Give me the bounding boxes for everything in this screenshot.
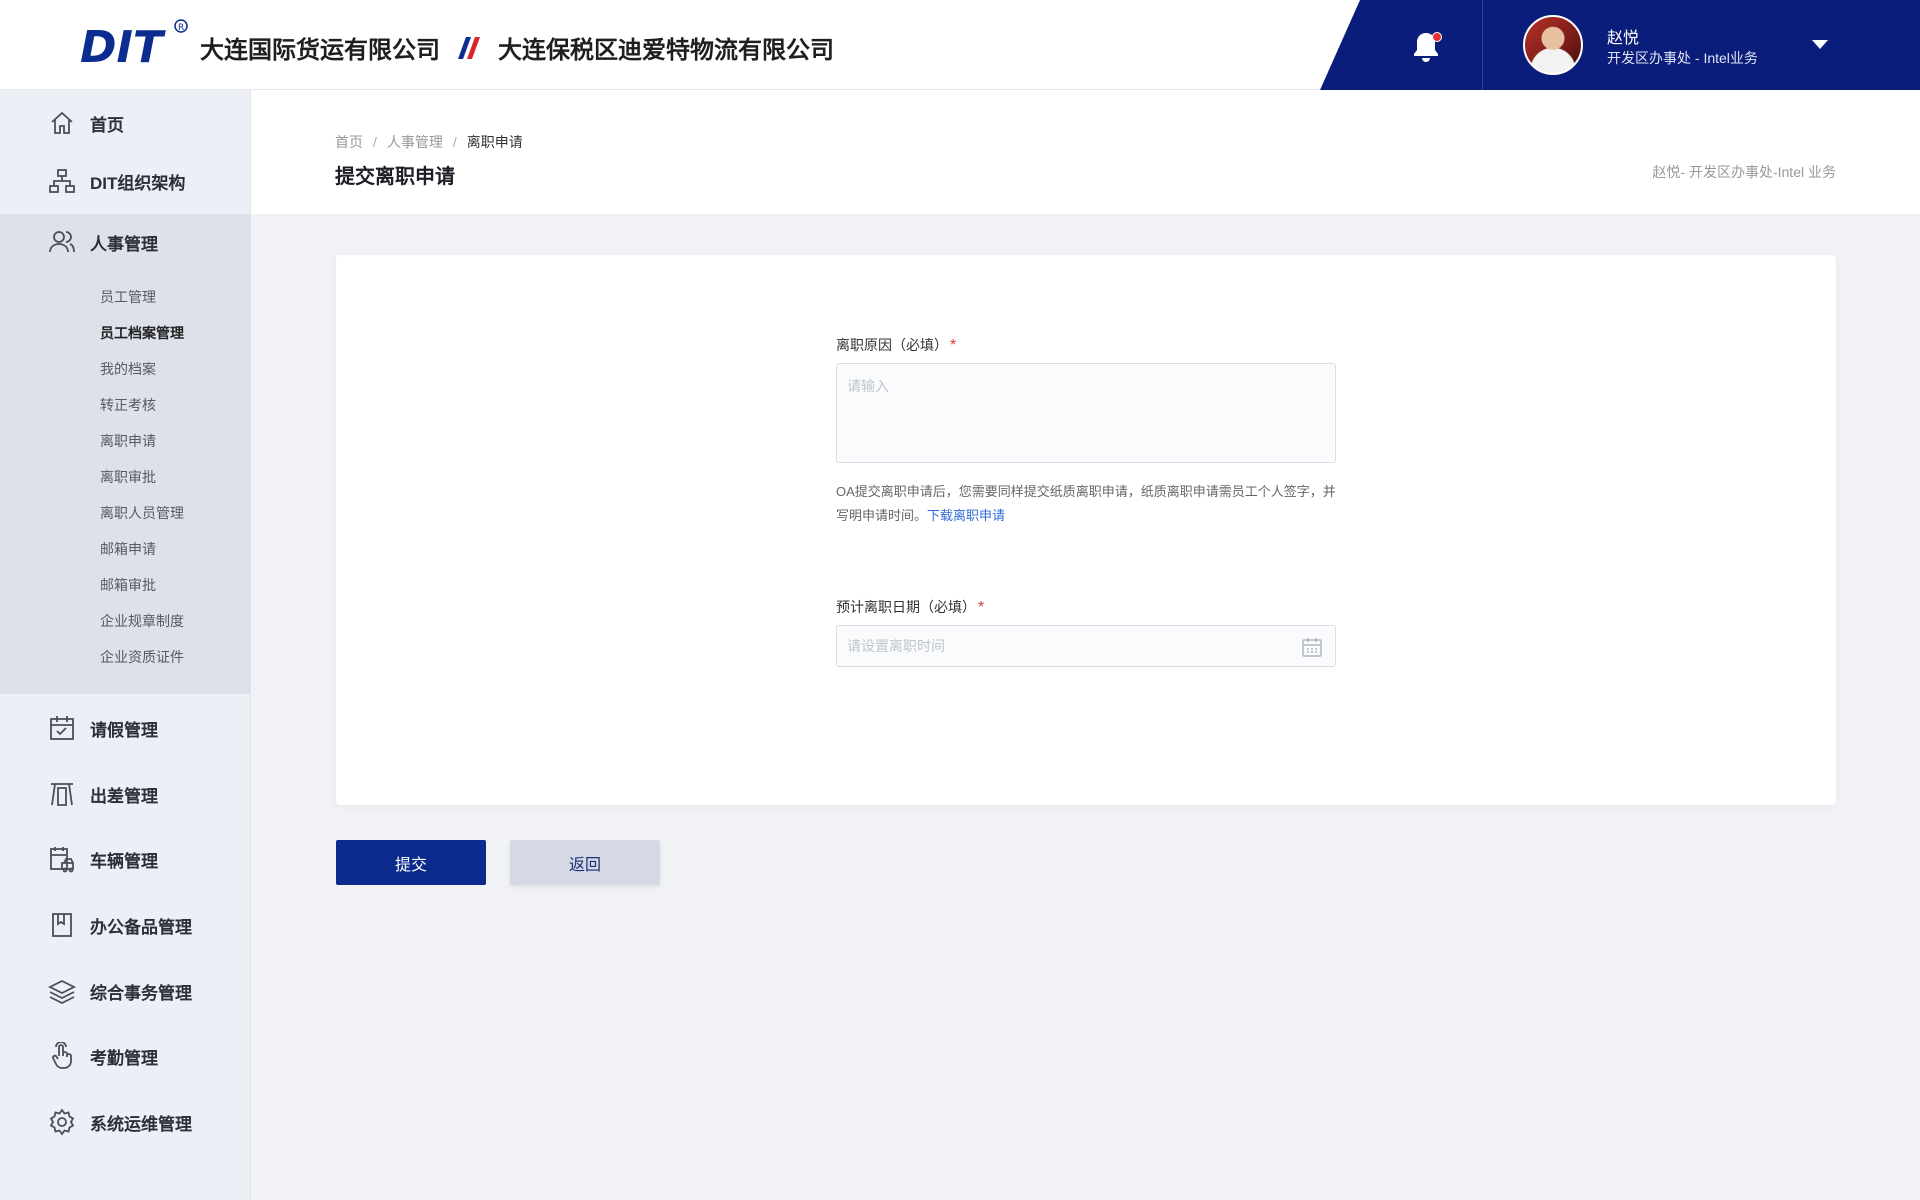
dit-logo[interactable]: DIT R bbox=[80, 18, 190, 70]
vehicle-icon bbox=[50, 847, 74, 873]
sidebar-item-org[interactable]: DIT组织架构 bbox=[0, 153, 250, 209]
page-user-info: 赵悦- 开发区办事处-Intel 业务 bbox=[1652, 164, 1836, 180]
submenu-item-employee-files[interactable]: 员工档案管理 bbox=[100, 323, 184, 343]
submenu-item-resignation-apply[interactable]: 离职申请 bbox=[100, 431, 156, 451]
back-button[interactable]: 返回 bbox=[510, 840, 660, 885]
sidebar-item-label: 请假管理 bbox=[90, 720, 158, 740]
avatar[interactable] bbox=[1523, 15, 1583, 75]
sidebar: 首页 DIT组织架构 人事管理 员工管理 员工档案管理 我的档案 转正考核 离职… bbox=[0, 90, 251, 1200]
page-title: 提交离职申请 bbox=[335, 166, 455, 188]
submenu-item-my-file[interactable]: 我的档案 bbox=[100, 359, 156, 379]
header-divider bbox=[1482, 0, 1483, 90]
breadcrumb-hr[interactable]: 人事管理 bbox=[387, 134, 443, 150]
resignation-date-input[interactable] bbox=[837, 626, 1335, 666]
sidebar-item-label: 系统运维管理 bbox=[90, 1114, 192, 1134]
company-brand: 大连国际货运有限公司 大连保税区迪爱特物流有限公司 bbox=[200, 30, 834, 65]
company-name-1: 大连国际货运有限公司 bbox=[200, 37, 440, 64]
logo-text: DIT bbox=[80, 22, 166, 70]
sidebar-item-label: 出差管理 bbox=[90, 786, 158, 806]
submenu-item-resigned-staff[interactable]: 离职人员管理 bbox=[100, 503, 184, 523]
notification-bell[interactable] bbox=[1410, 30, 1442, 64]
org-chart-icon bbox=[49, 169, 75, 193]
gear-icon bbox=[49, 1108, 75, 1136]
sidebar-item-label: 办公备品管理 bbox=[90, 917, 192, 937]
submenu-item-email-apply[interactable]: 邮箱申请 bbox=[100, 539, 156, 559]
date-label-text: 预计离职日期（必填） bbox=[836, 599, 976, 615]
bookmark-icon bbox=[52, 913, 72, 937]
breadcrumb-separator: / bbox=[373, 134, 377, 150]
reason-label: 离职原因（必填） * bbox=[836, 335, 956, 355]
company-name-2: 大连保税区迪爱特物流有限公司 bbox=[498, 37, 834, 64]
submit-button[interactable]: 提交 bbox=[336, 840, 486, 885]
sidebar-item-label: 首页 bbox=[90, 115, 124, 135]
submenu-item-employees[interactable]: 员工管理 bbox=[100, 287, 156, 307]
sidebar-item-general-affairs[interactable]: 综合事务管理 bbox=[0, 963, 250, 1019]
sidebar-item-label: DIT组织架构 bbox=[90, 173, 186, 193]
sidebar-item-label: 人事管理 bbox=[90, 234, 158, 254]
touch-icon bbox=[52, 1042, 72, 1069]
top-header: DIT R 大连国际货运有限公司 大连保税区迪爱特物流有限公司 赵悦 开发区办事… bbox=[0, 0, 1920, 90]
sidebar-item-home[interactable]: 首页 bbox=[0, 95, 250, 151]
breadcrumb-current: 离职申请 bbox=[466, 134, 523, 150]
submenu-item-regulations[interactable]: 企业规章制度 bbox=[100, 611, 184, 631]
calendar-icon[interactable] bbox=[1301, 636, 1323, 658]
home-icon bbox=[51, 111, 73, 134]
sidebar-item-leave[interactable]: 请假管理 bbox=[0, 700, 250, 756]
resignation-note: OA提交离职申请后，您需要同样提交纸质离职申请，纸质离职申请需员工个人签字，并写… bbox=[836, 480, 1336, 528]
layers-icon bbox=[48, 979, 76, 1005]
form-card: 离职原因（必填）* OA提交离职申请后，您需要同样提交纸质离职申请，纸质离职申请… bbox=[336, 255, 1836, 805]
breadcrumb-home[interactable]: 首页 bbox=[335, 134, 363, 150]
breadcrumb: 首页 / 人事管理 / 离职申请 bbox=[335, 132, 523, 152]
sidebar-item-label: 车辆管理 bbox=[90, 851, 158, 871]
chevron-down-icon[interactable] bbox=[1812, 40, 1828, 49]
required-mark: * bbox=[978, 599, 985, 616]
user-name: 赵悦 bbox=[1607, 30, 1640, 47]
sidebar-item-label: 综合事务管理 bbox=[90, 983, 192, 1003]
sidebar-item-attendance[interactable]: 考勤管理 bbox=[0, 1028, 250, 1084]
users-icon bbox=[49, 231, 75, 253]
note-text: OA提交离职申请后，您需要同样提交纸质离职申请，纸质离职申请需员工个人签字，并写… bbox=[836, 484, 1336, 523]
submenu-item-certificates[interactable]: 企业资质证件 bbox=[100, 647, 184, 667]
sidebar-item-label: 考勤管理 bbox=[90, 1048, 158, 1068]
brand-separator bbox=[456, 37, 482, 59]
reason-label-text: 离职原因（必填） bbox=[836, 337, 948, 353]
breadcrumb-separator: / bbox=[452, 134, 457, 150]
date-label: 预计离职日期（必填） * bbox=[836, 597, 984, 617]
svg-text:R: R bbox=[178, 23, 184, 33]
page-header: 首页 / 人事管理 / 离职申请 提交离职申请 赵悦- 开发区办事处-Intel 业务 bbox=[251, 90, 1920, 214]
submenu-item-email-approval[interactable]: 邮箱审批 bbox=[100, 575, 156, 595]
sidebar-item-office-supplies[interactable]: 办公备品管理 bbox=[0, 897, 250, 953]
date-picker bbox=[836, 625, 1336, 667]
submenu-item-resignation-approval[interactable]: 离职审批 bbox=[100, 467, 156, 487]
travel-icon bbox=[51, 783, 73, 806]
sidebar-item-system-ops[interactable]: 系统运维管理 bbox=[0, 1094, 250, 1150]
sidebar-item-hr[interactable]: 人事管理 bbox=[0, 214, 250, 270]
resignation-reason-input[interactable] bbox=[836, 363, 1336, 463]
submenu-item-probation-review[interactable]: 转正考核 bbox=[100, 395, 156, 415]
sidebar-item-travel[interactable]: 出差管理 bbox=[0, 766, 250, 822]
sidebar-item-vehicle[interactable]: 车辆管理 bbox=[0, 831, 250, 887]
download-form-link[interactable]: 下载离职申请 bbox=[927, 508, 1005, 523]
notification-dot bbox=[1432, 32, 1442, 42]
calendar-check-icon bbox=[50, 716, 74, 740]
user-department: 开发区办事处 - Intel业务 bbox=[1607, 50, 1758, 66]
required-mark: * bbox=[950, 337, 957, 354]
